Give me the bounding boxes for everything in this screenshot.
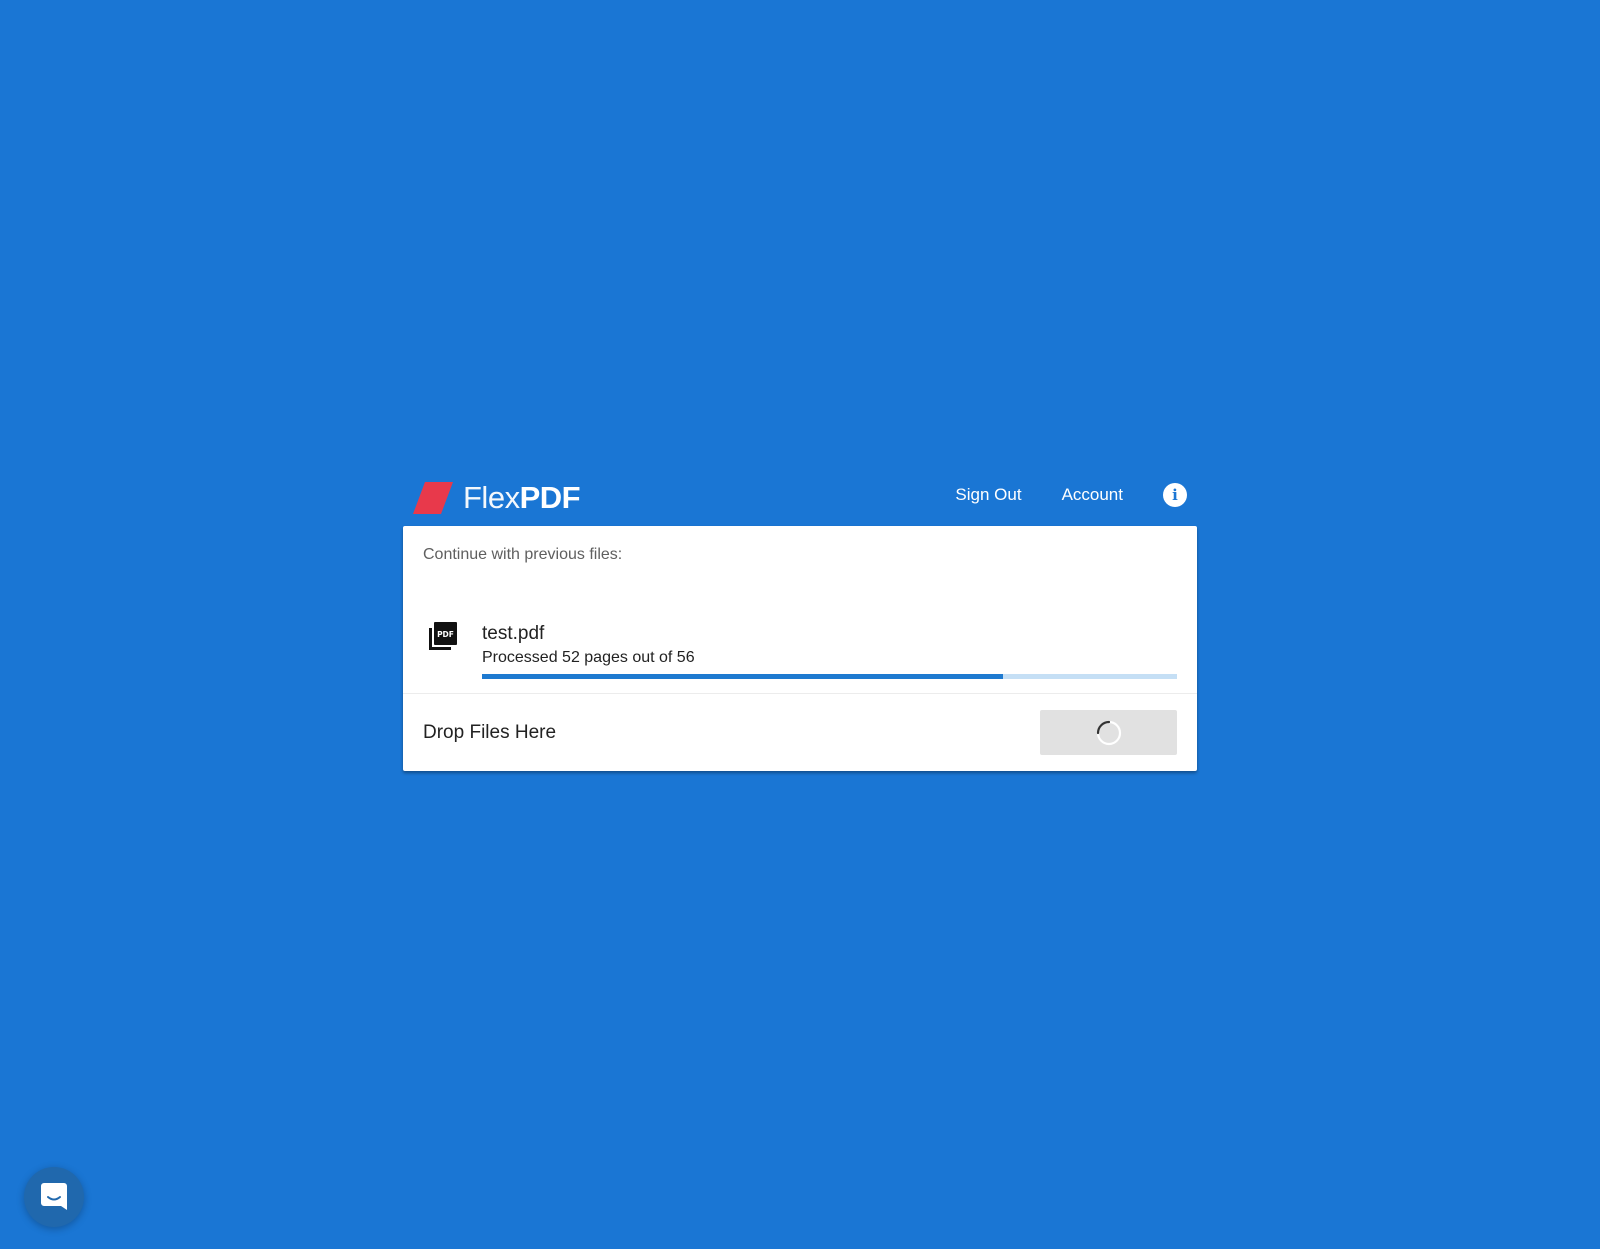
drop-zone[interactable]: Drop Files Here: [403, 694, 1197, 771]
brand-name-light: Flex: [463, 480, 520, 515]
main-panel: FlexPDF Sign Out Account i Continue with…: [403, 475, 1197, 771]
info-icon[interactable]: i: [1163, 483, 1187, 507]
app-root: FlexPDF Sign Out Account i Continue with…: [0, 0, 1600, 1249]
brand-name: FlexPDF: [463, 480, 581, 516]
files-card: Continue with previous files: PDF test.p…: [403, 526, 1197, 771]
file-status: Processed 52 pages out of 56: [482, 649, 695, 666]
top-nav: Sign Out Account i: [955, 483, 1187, 507]
spinner-icon: [1096, 720, 1121, 745]
chat-bubble-icon: [41, 1183, 67, 1210]
progress-fill: [482, 674, 1004, 679]
brand-name-bold: PDF: [519, 480, 581, 515]
pdf-file-icon: PDF: [429, 622, 457, 650]
brand[interactable]: FlexPDF: [411, 475, 581, 521]
sign-out-link[interactable]: Sign Out: [955, 485, 1021, 505]
file-row[interactable]: PDF test.pdf Processed 52 pages out of 5…: [403, 586, 1197, 694]
logo-icon: [413, 482, 453, 514]
svg-text:PDF: PDF: [437, 630, 454, 639]
chat-launcher-button[interactable]: [24, 1167, 84, 1227]
top-bar: FlexPDF Sign Out Account i: [403, 475, 1197, 526]
card-heading: Continue with previous files:: [423, 546, 623, 563]
account-link[interactable]: Account: [1062, 485, 1123, 505]
file-name: test.pdf: [482, 623, 545, 644]
drop-label: Drop Files Here: [423, 722, 557, 743]
upload-button[interactable]: [1040, 710, 1177, 755]
progress-bar: [482, 674, 1177, 679]
